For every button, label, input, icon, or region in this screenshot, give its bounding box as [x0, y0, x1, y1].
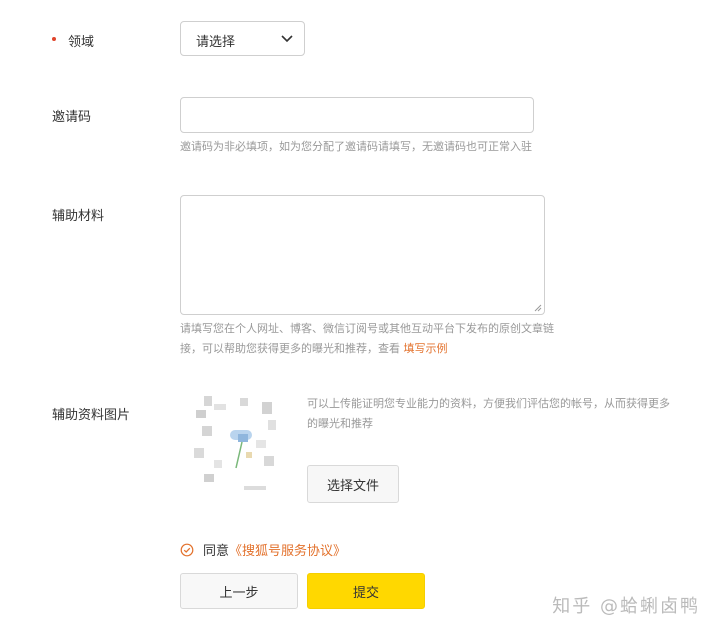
domain-label: 领域	[68, 35, 95, 50]
submit-button[interactable]: 提交	[307, 573, 425, 609]
image-hint: 可以上传能证明您专业能力的资料，方便我们评估您的帐号，从而获得更多 的曝光和推荐	[307, 394, 677, 434]
materials-label: 辅助材料	[52, 209, 105, 224]
agreement-prefix: 同意	[203, 544, 230, 559]
image-hint-line2: 的曝光和推荐	[307, 417, 373, 430]
uploaded-image-thumbnail	[184, 390, 290, 500]
resize-handle-icon[interactable]	[534, 304, 542, 312]
chevron-down-icon	[281, 35, 293, 43]
image-hint-line1: 可以上传能证明您专业能力的资料，方便我们评估您的帐号，从而获得更多	[307, 397, 670, 410]
invite-code-input[interactable]	[180, 97, 534, 133]
materials-hint-text: 接，可以帮助您获得更多的曝光和推荐，查看	[180, 342, 400, 355]
invite-code-hint: 邀请码为非必填项，如为您分配了邀请码请填写，无邀请码也可正常入驻	[180, 140, 532, 153]
choose-file-button[interactable]: 选择文件	[307, 465, 399, 503]
materials-hint-line1: 请填写您在个人网址、博客、微信订阅号或其他互动平台下发布的原创文章链	[180, 322, 554, 335]
agreement-row: 同意 《搜狐号服务协议》	[180, 540, 346, 559]
materials-hint: 请填写您在个人网址、博客、微信订阅号或其他互动平台下发布的原创文章链 接，可以帮…	[180, 319, 554, 359]
domain-select-value: 请选择	[196, 35, 236, 50]
service-agreement-link[interactable]: 《搜狐号服务协议》	[229, 540, 346, 559]
required-indicator	[52, 37, 56, 41]
image-label: 辅助资料图片	[52, 408, 131, 423]
invite-code-label: 邀请码	[52, 110, 92, 125]
materials-textarea[interactable]	[180, 195, 545, 315]
example-link[interactable]: 填写示例	[404, 342, 448, 355]
materials-hint-line2: 接，可以帮助您获得更多的曝光和推荐，查看 填写示例	[180, 339, 554, 359]
domain-select[interactable]: 请选择	[180, 21, 305, 56]
watermark: 知乎 @蛤蜊卤鸭	[552, 596, 700, 617]
previous-step-button[interactable]: 上一步	[180, 573, 298, 609]
check-circle-icon[interactable]	[180, 543, 194, 557]
